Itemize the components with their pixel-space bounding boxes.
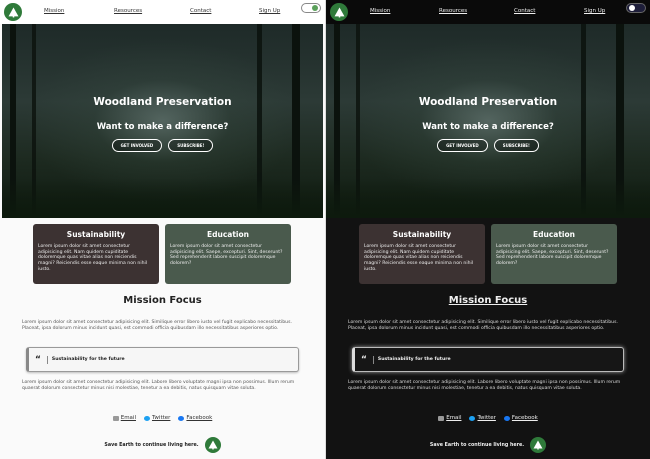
nav-link-sign-up[interactable]: Sign Up [259,8,280,14]
footer-tree-logo-icon [530,437,547,453]
social-links: Email Twitter Facebook [326,415,650,421]
email-link[interactable]: Email [438,415,461,421]
nav-link-sign-up[interactable]: Sign Up [584,8,605,14]
email-label: Email [120,415,136,421]
hero-title: Woodland Preservation [93,96,232,108]
get-involved-button[interactable]: GET INVOLVED [437,139,488,152]
facebook-icon [503,415,510,421]
twitter-icon [143,415,150,421]
card-title: Sustainability [392,230,452,239]
facebook-label: Facebook [511,415,538,421]
mission-paragraph-2: Lorem ipsum dolor sit amet consectetur a… [22,380,295,391]
card-text: Lorem ipsum dolor sit amet consectetur a… [364,244,474,272]
mission-paragraph-1: Lorem ipsum dolor sit amet consectetur a… [348,320,618,331]
quote-block: “ Sustainability for the future [352,347,624,372]
quote-bar [46,355,48,364]
navbar: Mission Resources Contact Sign Up [326,0,650,24]
card-title: Sustainability [66,230,126,239]
toggle-knob [629,5,635,11]
twitter-label: Twitter [477,415,496,421]
mission-heading: Mission Focus [448,295,528,306]
mission-paragraph-1: Lorem ipsum dolor sit amet consectetur a… [22,320,292,331]
twitter-label: Twitter [151,415,171,421]
card-education: Education Lorem ipsum dolor sit amet con… [165,224,291,284]
hero-subtitle: Want to make a difference? [96,122,229,132]
quote-text: Sustainability for the future [377,357,451,362]
navbar: Mission Resources Contact Sign Up [0,0,325,24]
nav-link-resources[interactable]: Resources [114,8,142,14]
quote-text: Sustainability for the future [51,357,125,362]
card-text: Lorem ipsum dolor sit amet consectetur a… [496,244,609,267]
subscribe-button[interactable]: SUBSCRIBE! [493,139,539,152]
mission-heading: Mission Focus [123,295,202,306]
facebook-icon [178,415,185,421]
tree-logo-icon[interactable] [4,3,22,21]
theme-toggle[interactable] [301,3,321,13]
card-title: Education [207,230,249,239]
nav-link-mission[interactable]: Mission [370,8,390,14]
nav-link-contact[interactable]: Contact [514,8,535,14]
hero-subtitle: Want to make a difference? [422,122,554,132]
mission-paragraph-2: Lorem ipsum dolor sit amet consectetur a… [348,380,621,391]
card-education: Education Lorem ipsum dolor sit amet con… [491,224,617,284]
card-text: Lorem ipsum dolor sit amet consectetur a… [38,244,148,272]
nav-link-mission[interactable]: Mission [44,8,64,14]
forest-floor [2,178,323,218]
twitter-link[interactable]: Twitter [143,415,171,421]
forest-floor [326,178,650,218]
toggle-knob [312,5,318,11]
hero-section: Woodland Preservation Want to make a dif… [326,24,650,218]
email-icon [112,415,119,421]
card-sustainability: Sustainability Lorem ipsum dolor sit ame… [359,224,485,284]
footer-tree-logo-icon [204,437,221,453]
card-sustainability: Sustainability Lorem ipsum dolor sit ame… [33,224,159,284]
twitter-link[interactable]: Twitter [469,415,496,421]
theme-toggle[interactable] [626,3,646,13]
facebook-link[interactable]: Facebook [178,415,212,421]
facebook-label: Facebook [186,415,213,421]
quote-block: “ Sustainability for the future [26,347,299,372]
facebook-link[interactable]: Facebook [503,415,538,421]
footer: Save Earth to continue living here. [326,437,650,453]
nav-link-resources[interactable]: Resources [439,8,467,14]
quote-mark-icon: “ [35,354,41,365]
hero-section: Woodland Preservation Want to make a dif… [2,24,323,218]
social-links: Email Twitter Facebook [0,415,325,421]
subscribe-button[interactable]: SUBSCRIBE! [168,139,214,152]
email-icon [438,415,445,421]
footer-text: Save Earth to continue living here. [429,442,525,448]
email-link[interactable]: Email [112,415,136,421]
card-text: Lorem ipsum dolor sit amet consectetur a… [170,244,283,267]
tree-logo-icon[interactable] [330,3,348,21]
nav-link-contact[interactable]: Contact [190,8,211,14]
quote-mark-icon: “ [361,354,367,365]
footer: Save Earth to continue living here. [0,437,325,453]
get-involved-button[interactable]: GET INVOLVED [111,139,163,152]
email-label: Email [446,415,462,421]
card-title: Education [533,230,575,239]
footer-text: Save Earth to continue living here. [104,442,199,448]
page-dark-mode: Mission Resources Contact Sign Up Woodla… [326,0,650,459]
quote-bar [372,355,374,364]
twitter-icon [469,415,476,421]
hero-title: Woodland Preservation [418,96,558,108]
page-light-mode: Mission Resources Contact Sign Up Woodla… [0,0,325,459]
